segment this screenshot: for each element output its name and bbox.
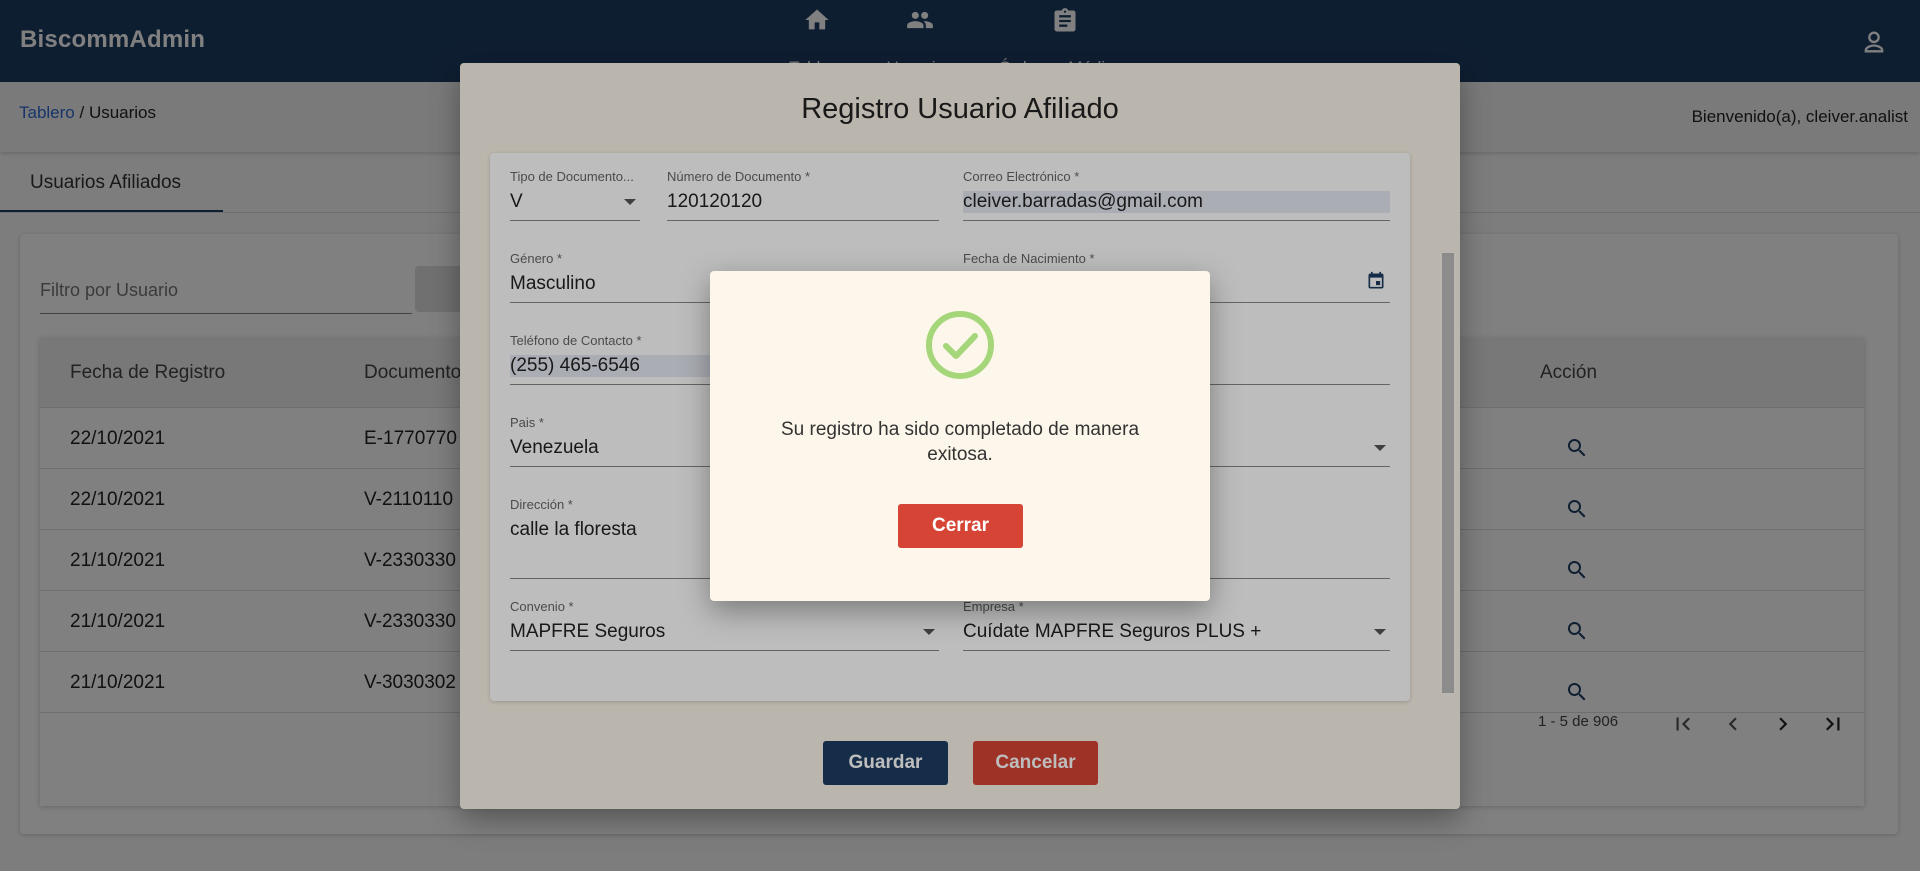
check-circle-icon xyxy=(924,309,996,386)
success-message: Su registro ha sido completado de manera… xyxy=(780,419,1140,465)
success-dialog: Su registro ha sido completado de manera… xyxy=(710,271,1210,601)
close-button[interactable]: Cerrar xyxy=(898,504,1023,548)
